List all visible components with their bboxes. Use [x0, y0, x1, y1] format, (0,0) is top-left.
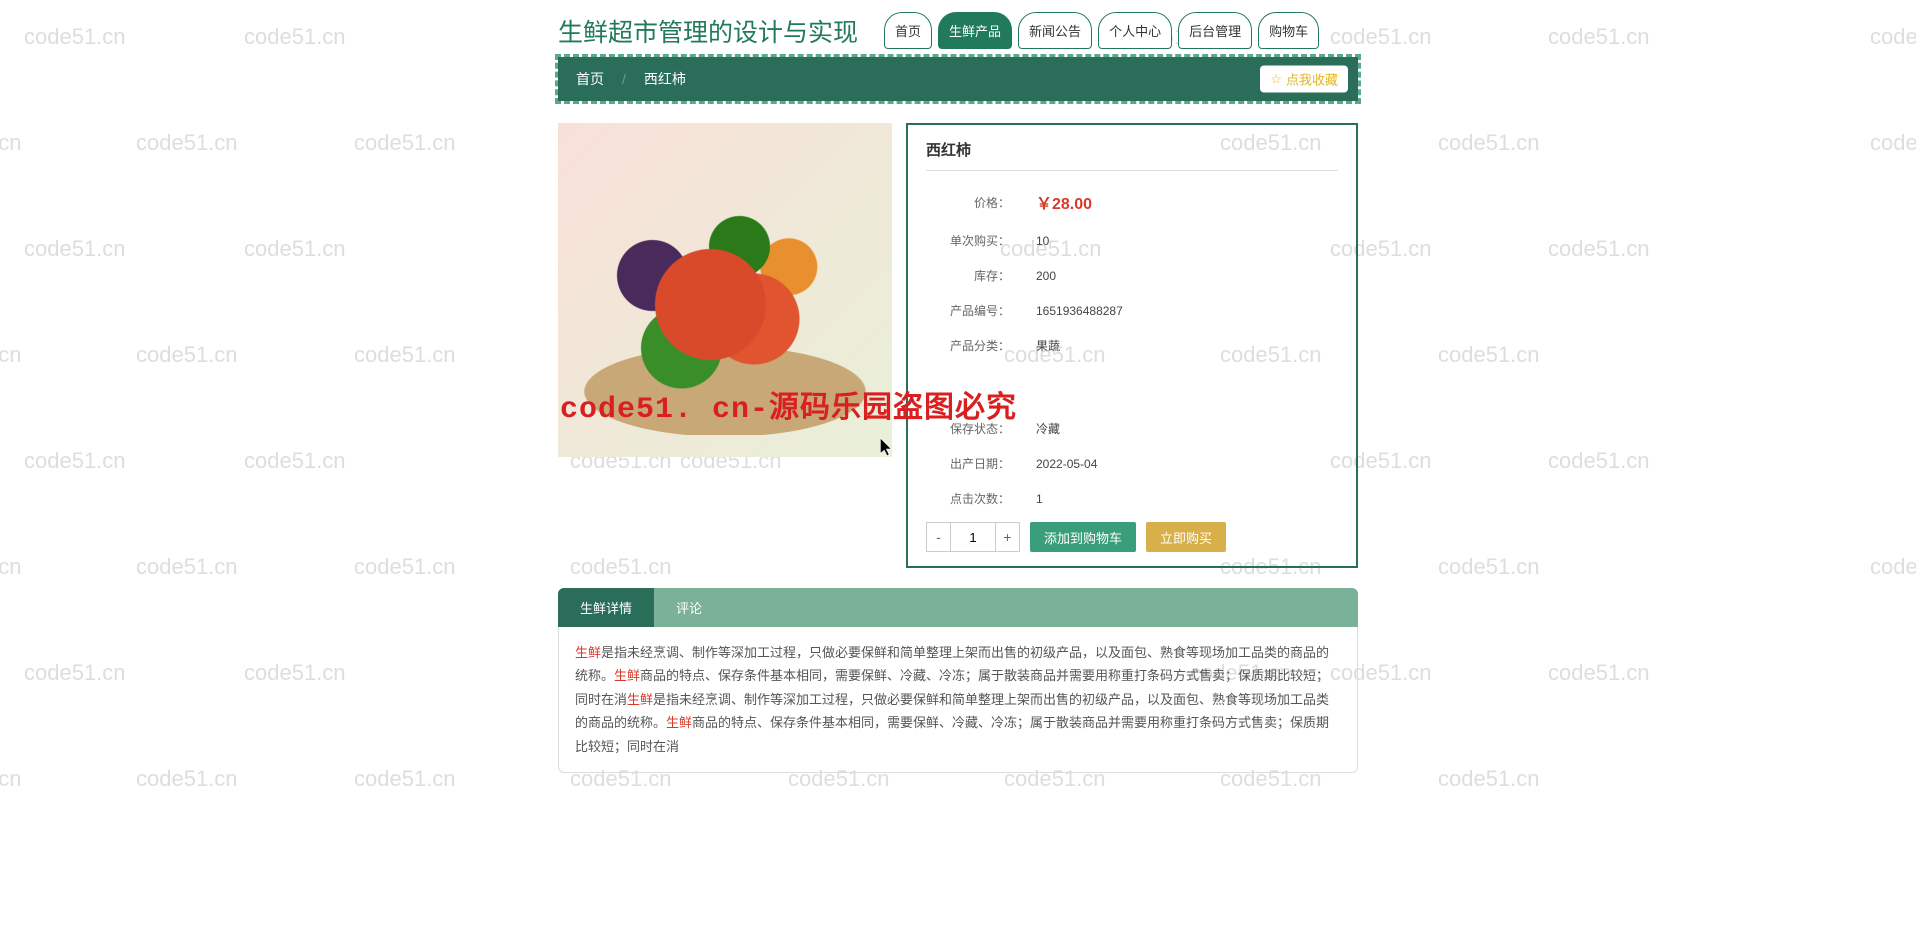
- qty-input[interactable]: [951, 523, 995, 551]
- prod-date-label: 出产日期：: [926, 455, 1010, 472]
- keyword: 生鲜: [614, 668, 640, 683]
- nav-cart[interactable]: 购物车: [1258, 12, 1319, 49]
- category-label: 产品分类：: [926, 337, 1010, 354]
- tab-detail[interactable]: 生鲜详情: [558, 588, 654, 627]
- main-nav: 首页 生鲜产品 新闻公告 个人中心 后台管理 购物车: [884, 12, 1319, 49]
- favorite-button[interactable]: ☆ 点我收藏: [1260, 66, 1348, 93]
- product-panel: 西红柿 价格： ￥28.00 单次购买： 10 库存： 200 产品编号： 16…: [906, 123, 1358, 568]
- site-logo: 生鲜超市管理的设计与实现: [558, 13, 858, 49]
- keyword: 生鲜: [627, 692, 653, 707]
- qty-plus-button[interactable]: +: [995, 523, 1019, 551]
- buy-now-button[interactable]: 立即购买: [1146, 522, 1226, 552]
- single-buy-value: 10: [1036, 234, 1049, 248]
- stock-label: 库存：: [926, 267, 1010, 284]
- single-buy-label: 单次购买：: [926, 232, 1010, 249]
- qty-minus-button[interactable]: -: [927, 523, 951, 551]
- sku-label: 产品编号：: [926, 302, 1010, 319]
- breadcrumb-sep: /: [622, 71, 626, 87]
- star-icon: ☆: [1270, 71, 1282, 87]
- header: 生鲜超市管理的设计与实现 首页 生鲜产品 新闻公告 个人中心 后台管理 购物车: [558, 0, 1358, 57]
- storage-label: 保存状态：: [926, 420, 1010, 437]
- clicks-value: 1: [1036, 492, 1043, 506]
- keyword: 生鲜: [666, 715, 692, 730]
- tab-comment[interactable]: 评论: [654, 588, 724, 627]
- breadcrumb: 首页 / 西红柿 ☆ 点我收藏: [558, 57, 1358, 101]
- favorite-label: 点我收藏: [1286, 70, 1338, 89]
- prod-date-value: 2022-05-04: [1036, 457, 1097, 471]
- breadcrumb-current: 西红柿: [644, 69, 686, 89]
- detail-body: 生鲜是指未经烹调、制作等深加工过程，只做必要保鲜和简单整理上架而出售的初级产品，…: [558, 627, 1358, 773]
- nav-news[interactable]: 新闻公告: [1018, 12, 1092, 49]
- nav-user[interactable]: 个人中心: [1098, 12, 1172, 49]
- nav-admin[interactable]: 后台管理: [1178, 12, 1252, 49]
- price-value: ￥28.00: [1036, 190, 1092, 214]
- keyword: 生鲜: [575, 645, 601, 660]
- storage-value: 冷藏: [1036, 420, 1060, 437]
- breadcrumb-home[interactable]: 首页: [576, 69, 604, 89]
- product-image-content: [580, 145, 870, 435]
- quantity-stepper[interactable]: - +: [926, 522, 1020, 552]
- product-title: 西红柿: [926, 139, 1338, 171]
- detail-tabs: 生鲜详情 评论: [558, 588, 1358, 627]
- nav-products[interactable]: 生鲜产品: [938, 12, 1012, 49]
- price-label: 价格：: [926, 194, 1010, 211]
- nav-home[interactable]: 首页: [884, 12, 932, 49]
- sku-value: 1651936488287: [1036, 304, 1123, 318]
- category-value: 果蔬: [1036, 337, 1060, 354]
- product-area: 西红柿 价格： ￥28.00 单次购买： 10 库存： 200 产品编号： 16…: [558, 123, 1358, 568]
- clicks-label: 点击次数：: [926, 490, 1010, 507]
- add-to-cart-button[interactable]: 添加到购物车: [1030, 522, 1136, 552]
- stock-value: 200: [1036, 269, 1056, 283]
- product-image: [558, 123, 892, 457]
